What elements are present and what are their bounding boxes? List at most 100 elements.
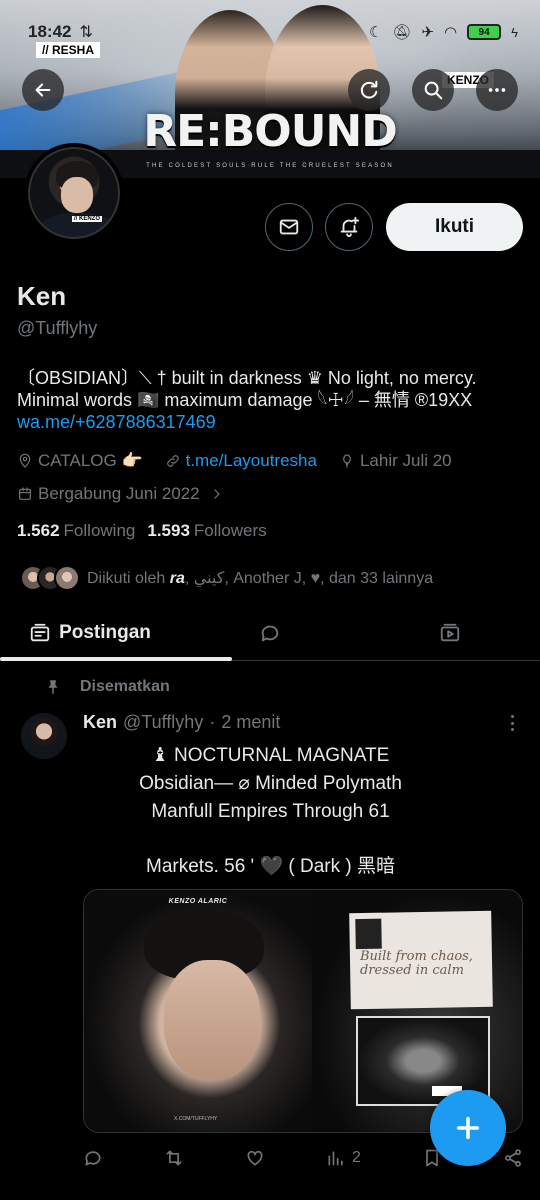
mail-icon (279, 219, 299, 235)
follow-counts: 1.562 Following 1.593 Followers (17, 521, 267, 541)
media-caption: KENZO ALARIC (168, 898, 228, 905)
pinned-indicator: Disematkan (44, 678, 170, 696)
location-icon (19, 453, 31, 468)
bio-line-1: 〔OBSIDIAN〕⟍ † built in darkness ♛ No lig… (17, 368, 477, 388)
media-icon (440, 623, 460, 641)
following-label: Following (63, 521, 136, 540)
followers-label: Followers (193, 521, 267, 540)
followed-by-rest: , كيني, Another J, ♥, dan 33 lainnya (184, 570, 434, 587)
more-button[interactable] (476, 69, 518, 111)
pin-icon (48, 680, 58, 694)
bio-link[interactable]: wa.me/+6287886317469 (17, 411, 527, 433)
following-link[interactable]: 1.562 Following (17, 521, 135, 541)
website-item[interactable]: t.me/Layoutresha (165, 451, 317, 471)
repost-icon (166, 1150, 182, 1166)
joined-text: Bergabung Juni 2022 (38, 484, 200, 503)
media-portrait[interactable]: KENZO ALARIC X.COM/TUFFLYHY (84, 890, 312, 1132)
bell-plus-icon (340, 216, 360, 238)
mute-icon: 🔕︎ (392, 24, 412, 41)
message-button[interactable] (265, 203, 313, 251)
calendar-icon (19, 487, 31, 500)
post-line-2: Obsidian— ⌀ Minded Polymath (139, 773, 402, 794)
media-url: X.COM/TUFFLYHY (174, 1116, 218, 1122)
like-button[interactable] (245, 1148, 265, 1168)
views-button[interactable]: 2 (326, 1148, 361, 1168)
followed-by-first: ra (169, 570, 185, 587)
tab-replies[interactable] (180, 605, 360, 660)
status-time: 18:42 (28, 22, 72, 41)
post-separator: · (209, 712, 216, 732)
share-icon (505, 1149, 521, 1167)
chevron-right-icon (214, 489, 220, 499)
post-header: Ken @Tufflyhy · 2 menit (83, 712, 280, 733)
sync-button[interactable] (348, 69, 390, 111)
post-line-3: Manfull Empires Through 61 (151, 801, 390, 822)
sync-icon (360, 80, 378, 99)
airplane-icon: ✈ (421, 24, 435, 41)
balloon-icon (343, 454, 351, 468)
follower-avatar (54, 565, 80, 591)
profile-handle: @Tufflyhy (17, 318, 98, 338)
battery-icon: 94 (467, 24, 502, 40)
views-icon (328, 1151, 343, 1166)
followed-by[interactable]: Diikuti oleh ra, كيني, Another J, ♥, dan… (20, 565, 433, 591)
post-line-1: ♝ NOCTURNAL MAGNATE (151, 745, 390, 766)
media-collage[interactable]: Built from chaos, dressed in calm (312, 890, 522, 1132)
sync-icon: ⇅ (79, 24, 93, 41)
pinned-label: Disematkan (80, 678, 170, 695)
profile-meta-row-2: Bergabung Juni 2022 (17, 484, 225, 504)
location-text: CATALOG 👉🏻 (38, 451, 143, 470)
post-more-button[interactable] (505, 713, 519, 733)
compose-button[interactable] (430, 1090, 506, 1166)
post-author-avatar[interactable] (21, 713, 67, 759)
post-time[interactable]: 2 menit (221, 712, 280, 733)
profile-meta-row-1: CATALOG 👉🏻 t.me/Layoutresha Lahir Juli 2… (17, 451, 452, 471)
joined-item[interactable]: Bergabung Juni 2022 (17, 484, 225, 504)
status-bar: 18:42 ⇅ ☾ 🔕︎ ✈ ◠ 94 ϟ (28, 20, 518, 44)
profile-bio: 〔OBSIDIAN〕⟍ † built in darkness ♛ No lig… (17, 367, 527, 433)
notify-button[interactable] (325, 203, 373, 251)
post-author-name[interactable]: Ken (83, 712, 117, 733)
profile-name: Ken (17, 281, 67, 311)
repost-button[interactable] (164, 1148, 184, 1168)
tab-posts[interactable]: Postingan (0, 605, 232, 661)
search-icon (424, 81, 443, 100)
banner-tag-left: // RESHA (36, 42, 101, 58)
location-item: CATALOG 👉🏻 (17, 451, 143, 471)
profile-tabs: Postingan (0, 605, 540, 661)
post-author-handle[interactable]: @Tufflyhy (123, 712, 203, 733)
website-link[interactable]: t.me/Layoutresha (186, 451, 317, 471)
charging-icon: ϟ (511, 24, 518, 40)
following-count: 1.562 (17, 521, 60, 540)
followed-by-prefix: Diikuti oleh (87, 570, 166, 587)
heart-icon (247, 1150, 263, 1166)
followers-link[interactable]: 1.593 Followers (147, 521, 266, 541)
avatar-ring (28, 147, 120, 239)
views-count: 2 (352, 1149, 361, 1166)
reply-button[interactable] (83, 1148, 103, 1168)
plus-icon (456, 1116, 480, 1140)
link-icon (166, 455, 179, 467)
followers-count: 1.593 (147, 521, 190, 540)
replies-icon (261, 625, 279, 641)
search-button[interactable] (412, 69, 454, 111)
share-button[interactable] (503, 1148, 523, 1168)
back-button[interactable] (22, 69, 64, 111)
follow-button[interactable]: Ikuti (386, 203, 523, 251)
bio-line-2: Minimal words 🏴‍☠️ maximum damage 𓆩☩𓆪 – … (17, 390, 473, 410)
moon-icon: ☾ (368, 24, 383, 41)
posts-icon (30, 623, 50, 641)
profile-avatar[interactable]: // KENZO (24, 143, 124, 243)
more-icon (488, 88, 506, 92)
birthday-text: Lahir Juli 20 (359, 451, 452, 470)
tab-media[interactable] (360, 605, 540, 660)
tab-posts-label: Postingan (59, 621, 151, 643)
wifi-icon: ◠ (444, 24, 458, 41)
reply-icon (85, 1151, 101, 1166)
collage-script-text: Built from chaos, dressed in calm (360, 949, 473, 978)
birthday-item: Lahir Juli 20 (339, 451, 452, 471)
back-icon (35, 83, 51, 97)
post-line-4: Markets. 56 ' 🖤 ( Dark ) 黑暗 (146, 856, 395, 877)
followed-by-text: Diikuti oleh ra, كيني, Another J, ♥, dan… (87, 568, 433, 588)
portrait-face (164, 960, 260, 1080)
